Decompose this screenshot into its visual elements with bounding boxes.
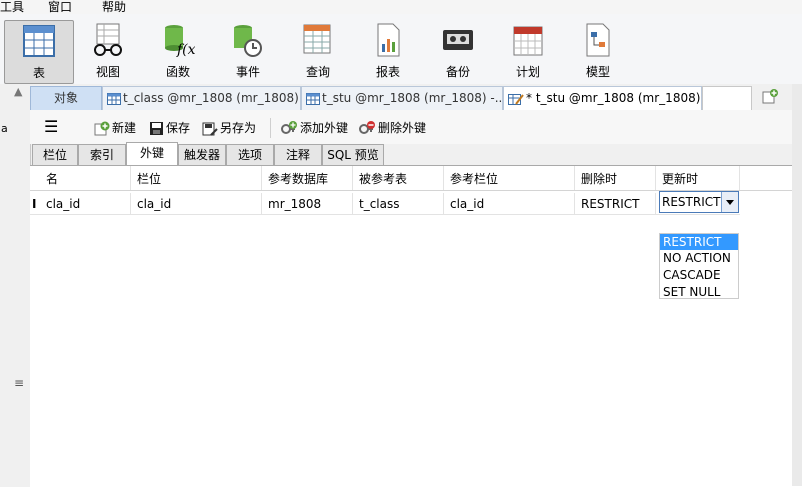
column-header-on-update[interactable]: 更新时	[656, 166, 740, 190]
toolbar-separator	[270, 118, 271, 138]
cell-ref-database[interactable]: mr_1808	[262, 193, 353, 215]
tab-fields[interactable]: 栏位	[32, 144, 78, 166]
menu-window[interactable]: 窗口	[48, 0, 72, 15]
menu-help[interactable]: 帮助	[102, 0, 126, 15]
designer-subtabs: 栏位 索引 外键 触发器 选项 注释 SQL 预览	[30, 142, 802, 167]
save-as-icon	[202, 122, 218, 136]
column-header-ref-database[interactable]: 参考数据库	[262, 166, 353, 190]
row-cursor-indicator: I	[32, 197, 37, 211]
delete-key-icon	[359, 120, 375, 134]
tab-comments[interactable]: 注释	[274, 144, 322, 166]
cell-on-delete[interactable]: RESTRICT	[575, 193, 656, 215]
column-header-fields[interactable]: 栏位	[131, 166, 262, 190]
tab-empty-slot	[702, 86, 752, 111]
event-clock-icon	[234, 25, 262, 57]
tab-foreign-keys[interactable]: 外键	[126, 142, 178, 167]
on-update-options-list: RESTRICT NO ACTION CASCADE SET NULL	[659, 233, 739, 299]
column-header-ref-fields[interactable]: 参考栏位	[444, 166, 575, 190]
dropdown-toggle[interactable]	[721, 192, 738, 212]
ribbon-query-button[interactable]: 查询	[284, 20, 352, 82]
ribbon-report-button[interactable]: 报表	[354, 20, 422, 82]
tab-t-class[interactable]: t_class @mr_1808 (mr_1808)...	[102, 86, 301, 111]
ribbon-event-button[interactable]: 事件	[214, 20, 282, 82]
gutter-mark: a	[1, 122, 8, 135]
save-button[interactable]: 保存	[149, 119, 190, 137]
menu-tools[interactable]: 工具	[0, 0, 24, 15]
report-icon	[377, 23, 400, 57]
table-design-icon	[508, 93, 524, 105]
tab-t-stu[interactable]: t_stu @mr_1808 (mr_1808) -...	[301, 86, 503, 111]
cell-ref-table[interactable]: t_class	[353, 193, 444, 215]
cell-ref-fields[interactable]: cla_id	[444, 193, 575, 215]
on-update-value: RESTRICT	[662, 195, 721, 209]
on-update-select[interactable]: RESTRICT	[659, 191, 739, 213]
ribbon-function-button[interactable]: f(x) 函数	[144, 20, 212, 82]
gutter-splitter-grip[interactable]: ≡	[14, 376, 24, 390]
cell-fields[interactable]: cla_id	[131, 193, 262, 215]
left-gutter: a ▲ ≡	[0, 84, 31, 486]
chevron-down-icon	[726, 200, 734, 205]
editor-toolbar: ☰ 新建 保存 另存为 添加外键 删除外键	[30, 110, 802, 144]
ribbon-schedule-button[interactable]: 计划	[494, 20, 562, 82]
column-header-ref-table[interactable]: 被参考表	[353, 166, 444, 190]
add-key-icon	[281, 120, 297, 134]
menu-bar: 工具 窗口 帮助	[0, 0, 802, 14]
function-icon: f(x)	[165, 25, 195, 58]
tab-indexes[interactable]: 索引	[78, 144, 126, 166]
right-scrollbar[interactable]	[792, 84, 802, 486]
object-tab-strip: 对象 t_class @mr_1808 (mr_1808)... t_stu @…	[30, 84, 802, 111]
add-foreign-key-button[interactable]: 添加外键	[280, 119, 348, 137]
option-no-action[interactable]: NO ACTION	[660, 250, 738, 266]
tab-objects[interactable]: 对象	[30, 86, 102, 111]
svg-text:f(x): f(x)	[176, 42, 195, 58]
ribbon-backup-button[interactable]: 备份	[424, 20, 492, 82]
ribbon-table-button[interactable]: 表	[4, 20, 74, 84]
table-icon	[107, 92, 121, 105]
new-object-icon[interactable]	[762, 89, 778, 105]
query-icon	[303, 24, 331, 54]
new-icon	[94, 121, 110, 135]
save-disk-icon	[150, 122, 163, 135]
option-restrict[interactable]: RESTRICT	[660, 234, 738, 250]
menu-hamburger-icon[interactable]: ☰	[44, 119, 58, 137]
ribbon-toolbar: 表 视图 f(x) 函数 事件 查询 报表 备份 计划 模型	[0, 14, 802, 85]
option-set-null[interactable]: SET NULL	[660, 284, 738, 300]
column-header-name[interactable]: 名	[40, 166, 131, 190]
table-icon	[306, 92, 320, 105]
model-icon	[586, 23, 610, 57]
row-divider	[30, 214, 740, 215]
option-cascade[interactable]: CASCADE	[660, 267, 738, 283]
table-icon	[23, 25, 55, 57]
tab-triggers[interactable]: 触发器	[178, 144, 226, 166]
save-as-button[interactable]: 另存为	[202, 119, 256, 137]
ribbon-view-button[interactable]: 视图	[74, 20, 142, 82]
column-header-on-delete[interactable]: 删除时	[575, 166, 656, 190]
tab-options[interactable]: 选项	[226, 144, 274, 166]
backup-tape-icon	[443, 30, 473, 50]
cell-name[interactable]: cla_id	[40, 193, 131, 215]
tab-t-stu-design[interactable]: * t_stu @mr_1808 (mr_1808)...	[503, 86, 702, 111]
new-button[interactable]: 新建	[94, 119, 136, 137]
tab-sql-preview[interactable]: SQL 预览	[322, 144, 384, 166]
ribbon-model-button[interactable]: 模型	[564, 20, 632, 82]
delete-foreign-key-button[interactable]: 删除外键	[358, 119, 426, 137]
foreign-key-grid: 名 栏位 参考数据库 被参考表 参考栏位 删除时 更新时 I cla_id cl…	[30, 165, 802, 487]
calendar-icon	[513, 26, 543, 56]
view-glasses-icon	[94, 23, 122, 56]
gutter-scroll-up[interactable]: ▲	[14, 85, 22, 98]
